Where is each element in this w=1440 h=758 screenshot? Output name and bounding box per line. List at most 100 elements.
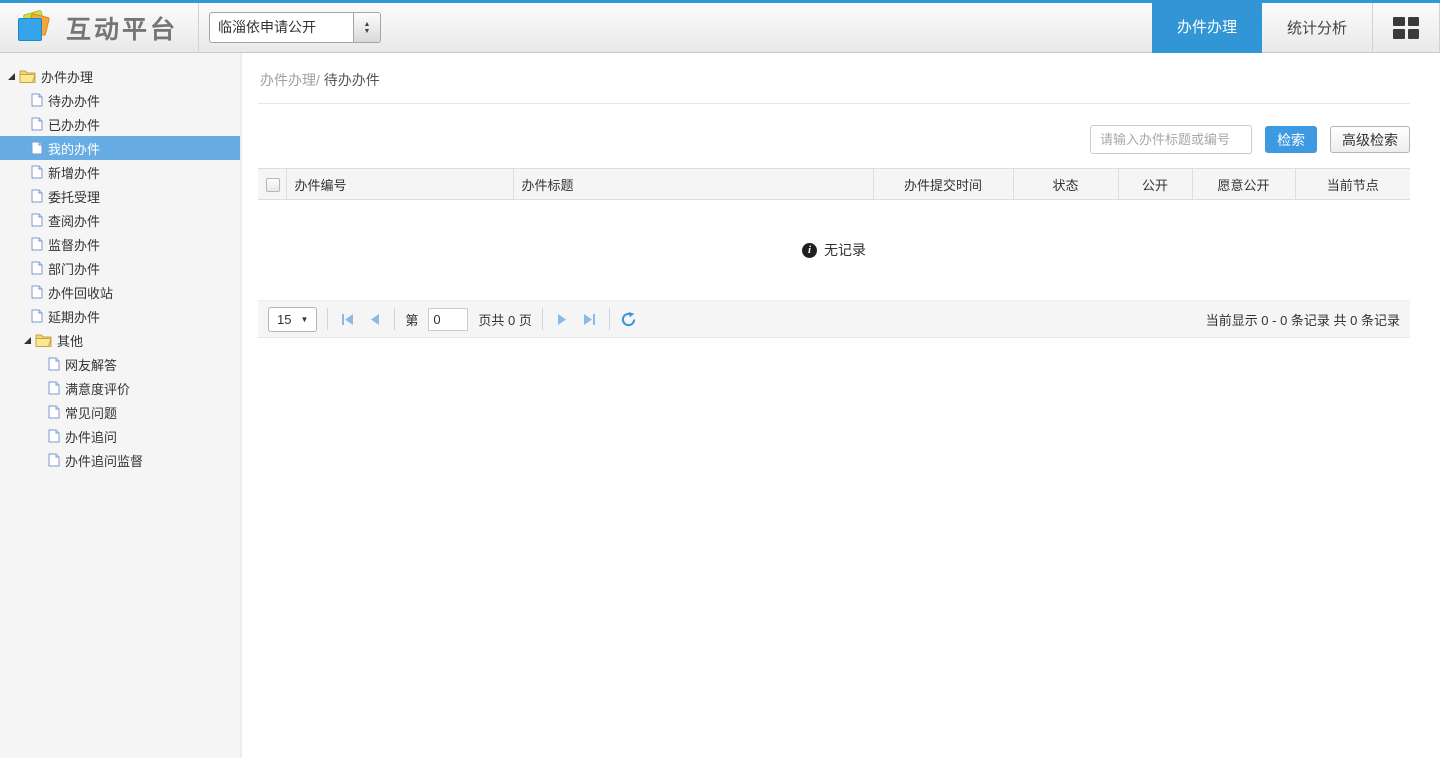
document-icon xyxy=(31,261,43,275)
document-icon xyxy=(48,405,60,419)
breadcrumb-current: 待办办件 xyxy=(324,72,380,88)
tree-item-label: 满意度评价 xyxy=(65,379,130,398)
pager-divider xyxy=(609,308,610,330)
caret-down-icon: ▼ xyxy=(300,315,308,324)
app-title: 互动平台 xyxy=(66,10,178,46)
select-all-column xyxy=(258,169,286,200)
tree-item-label: 常见问题 xyxy=(65,403,117,422)
empty-state: i 无记录 xyxy=(258,200,1410,300)
first-page-button[interactable] xyxy=(338,310,356,328)
tree-item[interactable]: 新增办件 xyxy=(0,160,240,184)
breadcrumb-parent[interactable]: 办件办理/ xyxy=(260,72,320,88)
app-header: 互动平台 临淄依申请公开 ▲ ▼ 办件办理 统计分析 xyxy=(0,0,1440,53)
document-icon xyxy=(48,357,60,371)
tree-folder-label: 办件办理 xyxy=(41,67,93,86)
tree-folder[interactable]: 其他 xyxy=(0,328,240,352)
breadcrumb: 办件办理/ 待办办件 xyxy=(258,53,1410,104)
search-toolbar: 检索 高级检索 xyxy=(258,125,1410,154)
tree-item[interactable]: 我的办件 xyxy=(0,136,240,160)
tree-item[interactable]: 网友解答 xyxy=(0,352,240,376)
tree-item[interactable]: 满意度评价 xyxy=(0,376,240,400)
tree-item[interactable]: 已办办件 xyxy=(0,112,240,136)
tree-item-label: 待办办件 xyxy=(48,91,100,110)
document-icon xyxy=(31,309,43,323)
tree-item-label: 部门办件 xyxy=(48,259,100,278)
org-select-value[interactable]: 临淄依申请公开 xyxy=(210,13,353,42)
tree-item-label: 新增办件 xyxy=(48,163,100,182)
column-header[interactable]: 办件提交时间 xyxy=(873,169,1013,200)
main-content: 办件办理/ 待办办件 检索 高级检索 办件编号办件标题办件提交时间状态公开愿意公… xyxy=(242,53,1440,758)
tree-item-label: 已办办件 xyxy=(48,115,100,134)
spinner-down-icon: ▼ xyxy=(364,28,371,35)
tree-item-label: 网友解答 xyxy=(65,355,117,374)
tree-item-label: 监督办件 xyxy=(48,235,100,254)
folder-open-icon xyxy=(19,69,36,83)
tree-item[interactable]: 查阅办件 xyxy=(0,208,240,232)
tree-item[interactable]: 待办办件 xyxy=(0,88,240,112)
document-icon xyxy=(31,237,43,251)
tree-item[interactable]: 办件追问监督 xyxy=(0,448,240,472)
advanced-search-button[interactable]: 高级检索 xyxy=(1330,126,1410,153)
document-icon xyxy=(48,429,60,443)
sidebar-tree: 办件办理待办办件已办办件我的办件新增办件委托受理查阅办件监督办件部门办件办件回收… xyxy=(0,53,242,758)
search-button[interactable]: 检索 xyxy=(1265,126,1317,153)
tree-item-label: 延期办件 xyxy=(48,307,100,326)
table-header-row: 办件编号办件标题办件提交时间状态公开愿意公开当前节点 xyxy=(258,169,1410,200)
page-size-select[interactable]: 15 ▼ xyxy=(268,307,317,332)
combo-spinner-icon[interactable]: ▲ ▼ xyxy=(353,13,380,42)
document-icon xyxy=(31,285,43,299)
tree-item-label: 办件回收站 xyxy=(48,283,113,302)
page-size-value: 15 xyxy=(277,312,291,327)
document-icon xyxy=(31,93,43,107)
tab-statistics[interactable]: 统计分析 xyxy=(1262,3,1372,53)
app-logo xyxy=(16,11,54,45)
expander-triangle-icon[interactable] xyxy=(24,337,31,344)
spinner-up-icon: ▲ xyxy=(364,21,371,28)
tree-item[interactable]: 监督办件 xyxy=(0,232,240,256)
tree-folder-label: 其他 xyxy=(57,331,83,350)
folder-open-icon xyxy=(35,333,52,347)
tree-item[interactable]: 部门办件 xyxy=(0,256,240,280)
pager-divider xyxy=(542,308,543,330)
pager-divider xyxy=(327,308,328,330)
column-header[interactable]: 办件编号 xyxy=(286,169,513,200)
column-header[interactable]: 愿意公开 xyxy=(1192,169,1295,200)
empty-state-text: 无记录 xyxy=(824,240,866,260)
search-input[interactable] xyxy=(1090,125,1252,154)
prev-page-button[interactable] xyxy=(366,310,384,328)
document-icon xyxy=(31,189,43,203)
document-icon xyxy=(48,381,60,395)
info-icon: i xyxy=(802,243,817,258)
tree-item[interactable]: 延期办件 xyxy=(0,304,240,328)
document-icon xyxy=(31,165,43,179)
document-icon xyxy=(31,213,43,227)
header-divider xyxy=(198,3,199,53)
expander-triangle-icon[interactable] xyxy=(8,73,15,80)
refresh-icon[interactable] xyxy=(620,310,638,328)
tree-item-label: 委托受理 xyxy=(48,187,100,206)
cases-table: 办件编号办件标题办件提交时间状态公开愿意公开当前节点 xyxy=(258,168,1410,200)
tree-item-label: 查阅办件 xyxy=(48,211,100,230)
tree-item-label: 办件追问监督 xyxy=(65,451,143,470)
pagination-bar: 15 ▼ 第 页共 0 页 当前显 xyxy=(258,300,1410,338)
tree-folder[interactable]: 办件办理 xyxy=(0,64,240,88)
last-page-button[interactable] xyxy=(581,310,599,328)
tree-item[interactable]: 办件回收站 xyxy=(0,280,240,304)
org-select[interactable]: 临淄依申请公开 ▲ ▼ xyxy=(209,12,381,43)
header-divider xyxy=(1372,3,1373,53)
logo-blue-square xyxy=(18,18,42,41)
tree-item[interactable]: 办件追问 xyxy=(0,424,240,448)
column-header[interactable]: 办件标题 xyxy=(513,169,873,200)
document-icon xyxy=(48,453,60,467)
column-header[interactable]: 公开 xyxy=(1118,169,1192,200)
tree-item[interactable]: 委托受理 xyxy=(0,184,240,208)
select-all-checkbox[interactable] xyxy=(266,178,280,192)
tab-case-handling[interactable]: 办件办理 xyxy=(1152,0,1262,53)
apps-grid-icon[interactable] xyxy=(1393,17,1419,39)
column-header[interactable]: 状态 xyxy=(1013,169,1118,200)
page-number-input[interactable] xyxy=(428,308,468,331)
header-right: 办件办理 统计分析 xyxy=(1152,3,1440,53)
column-header[interactable]: 当前节点 xyxy=(1295,169,1410,200)
tree-item[interactable]: 常见问题 xyxy=(0,400,240,424)
next-page-button[interactable] xyxy=(553,310,571,328)
